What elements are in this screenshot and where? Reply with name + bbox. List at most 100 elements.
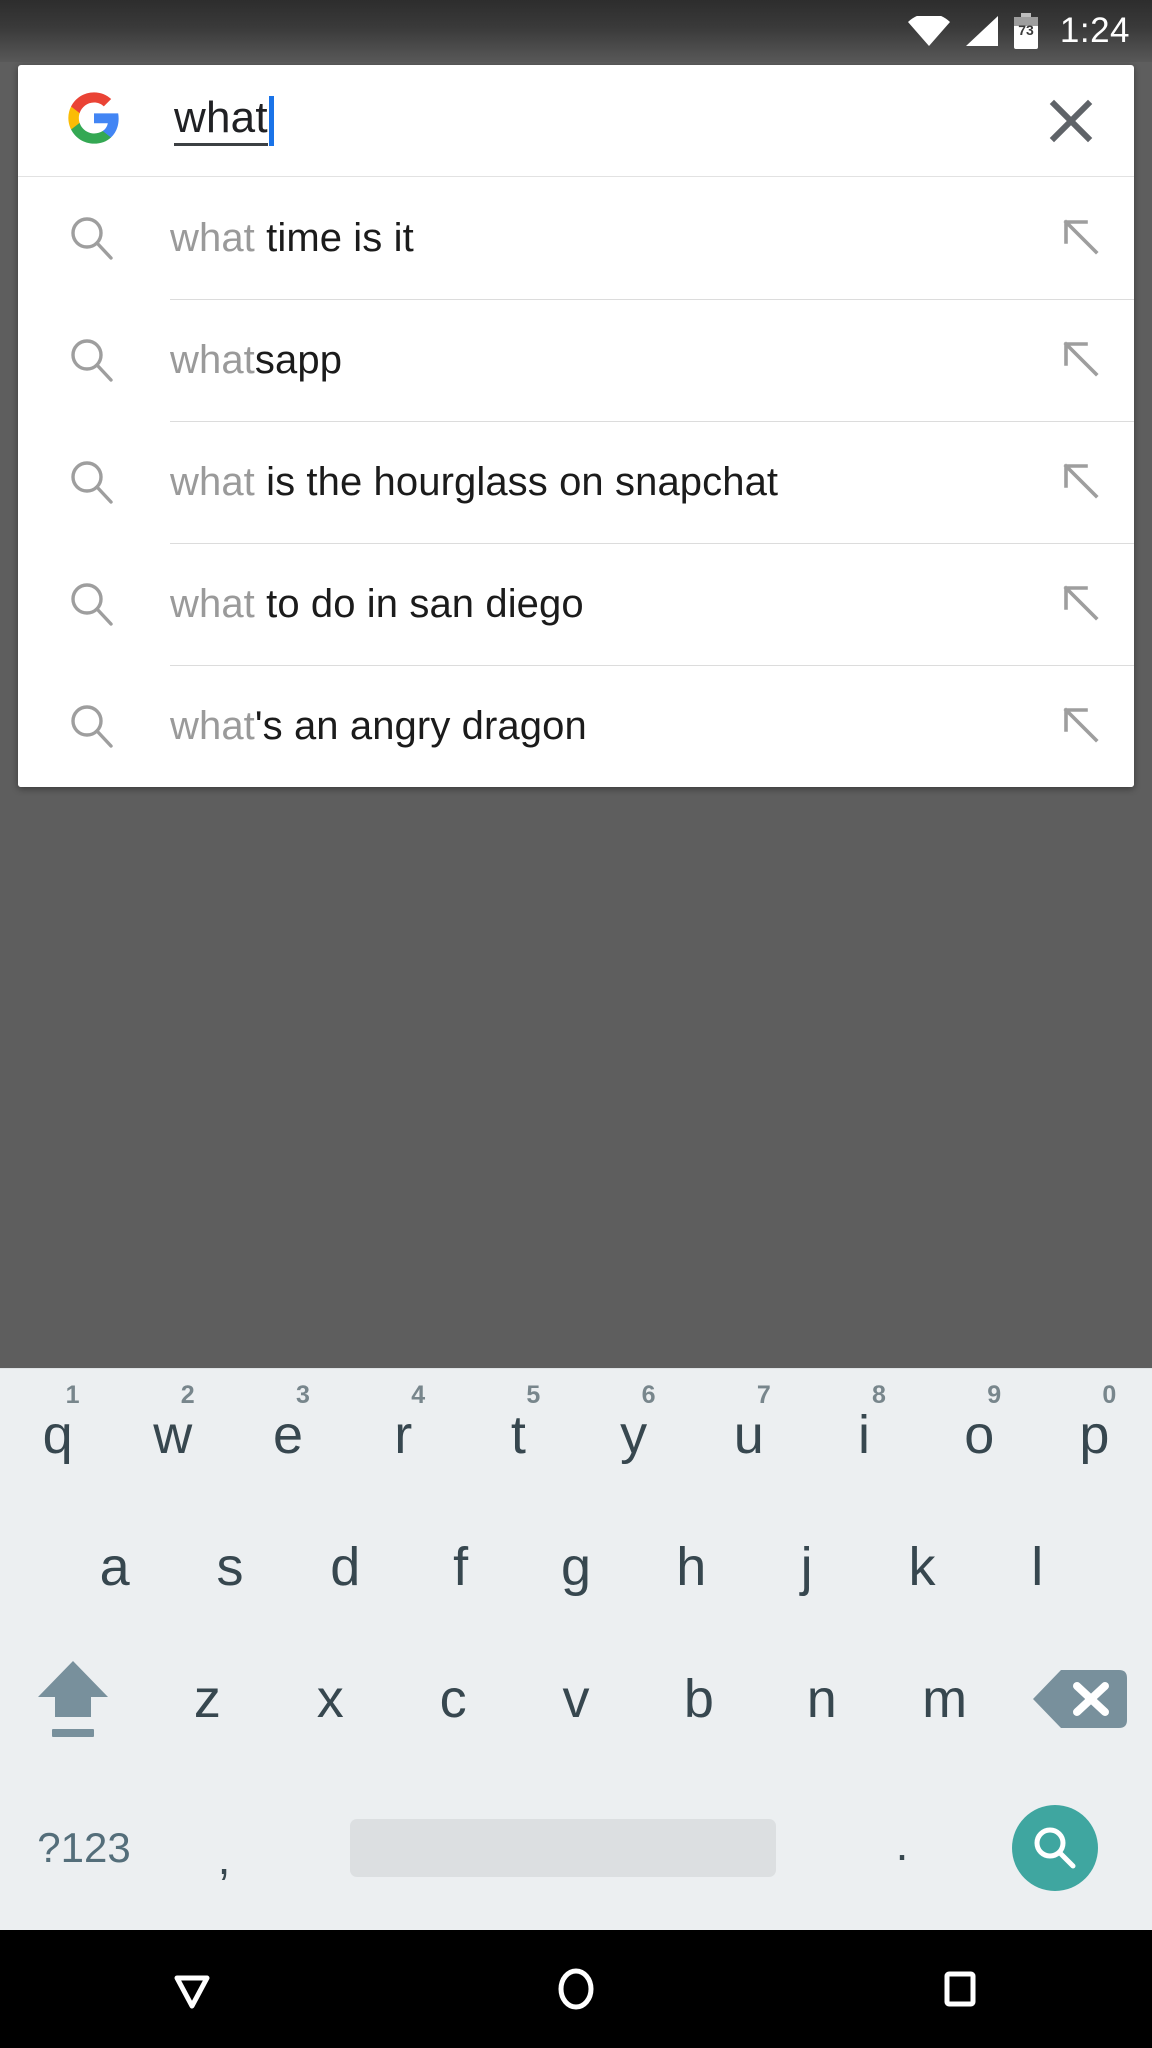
key-label: q: [42, 1405, 73, 1465]
recents-button[interactable]: [768, 1962, 1152, 2016]
key-label: m: [922, 1669, 968, 1729]
search-bar[interactable]: what: [18, 65, 1134, 177]
search-go-key[interactable]: [958, 1765, 1152, 1931]
key-h[interactable]: h: [634, 1501, 749, 1633]
search-icon: [71, 461, 113, 504]
suggestion-row[interactable]: whatsapp: [18, 299, 1134, 421]
period-key[interactable]: .: [846, 1765, 958, 1931]
key-r[interactable]: 4r: [346, 1369, 461, 1501]
space-bar-indicator: [350, 1819, 776, 1877]
key-b[interactable]: b: [637, 1633, 760, 1765]
key-x[interactable]: x: [269, 1633, 392, 1765]
key-m[interactable]: m: [883, 1633, 1006, 1765]
key-label: .: [895, 1818, 909, 1870]
arrow-up-left-icon[interactable]: [1056, 700, 1108, 752]
backspace-icon: [1033, 1670, 1128, 1728]
key-hint-4: 4: [411, 1381, 426, 1409]
search-input[interactable]: what: [174, 65, 1034, 176]
key-label: r: [394, 1405, 413, 1465]
key-c[interactable]: c: [392, 1633, 515, 1765]
key-d[interactable]: d: [288, 1501, 403, 1633]
suggestion-row[interactable]: what time is it: [18, 177, 1134, 299]
comma-key[interactable]: ,: [168, 1765, 280, 1931]
search-icon: [71, 339, 113, 382]
suggestion-completion: time is it: [254, 215, 414, 260]
key-label: k: [908, 1537, 936, 1597]
key-u[interactable]: 7u: [691, 1369, 806, 1501]
home-circle-icon: [558, 1968, 594, 2010]
back-button[interactable]: [0, 1962, 384, 2016]
key-i[interactable]: 8i: [806, 1369, 921, 1501]
symbols-key[interactable]: ?123: [0, 1765, 168, 1931]
key-label: e: [272, 1405, 304, 1465]
suggestion-text: what is the hourglass on snapchat: [170, 460, 1056, 505]
key-label: p: [1079, 1405, 1110, 1465]
suggestion-text: what's an angry dragon: [170, 704, 1056, 749]
key-a[interactable]: a: [57, 1501, 172, 1633]
key-hint-0: 0: [1102, 1381, 1117, 1409]
suggestion-prefix: what: [170, 337, 255, 382]
key-t[interactable]: 5t: [461, 1369, 576, 1501]
suggestion-prefix: what: [170, 703, 255, 748]
suggestion-text: what time is it: [170, 216, 1056, 261]
search-query-text: what: [174, 92, 268, 142]
android-screen: 73 1:24 what what time is it whatsapp wh…: [0, 0, 1152, 2048]
space-key[interactable]: [280, 1765, 846, 1931]
key-o[interactable]: 9o: [922, 1369, 1037, 1501]
backspace-key[interactable]: [1006, 1633, 1152, 1765]
key-label: t: [510, 1405, 526, 1465]
key-s[interactable]: s: [172, 1501, 287, 1633]
suggestion-prefix: what: [170, 215, 255, 260]
key-label: a: [99, 1537, 130, 1597]
key-v[interactable]: v: [515, 1633, 638, 1765]
suggestion-list: what time is it whatsapp what is the hou…: [18, 177, 1134, 787]
key-k[interactable]: k: [864, 1501, 979, 1633]
clear-search-button[interactable]: [1034, 84, 1108, 158]
suggestion-completion: is the hourglass on snapchat: [254, 459, 779, 504]
arrow-up-left-icon[interactable]: [1056, 212, 1108, 264]
suggestion-row[interactable]: what to do in san diego: [18, 543, 1134, 665]
key-z[interactable]: z: [146, 1633, 269, 1765]
key-p[interactable]: 0p: [1037, 1369, 1152, 1501]
home-button[interactable]: [384, 1962, 768, 2016]
arrow-up-left-icon[interactable]: [1056, 578, 1108, 630]
key-label: u: [733, 1405, 764, 1465]
key-y[interactable]: 6y: [576, 1369, 691, 1501]
wifi-icon: [907, 16, 950, 46]
key-q[interactable]: 1q: [0, 1369, 115, 1501]
key-label: d: [330, 1537, 361, 1597]
shift-key[interactable]: [0, 1633, 146, 1765]
status-bar-clock: 1:24: [1059, 11, 1130, 50]
key-w[interactable]: 2w: [115, 1369, 230, 1501]
suggestion-row[interactable]: what is the hourglass on snapchat: [18, 421, 1134, 543]
key-label: o: [964, 1405, 995, 1465]
key-n[interactable]: n: [760, 1633, 883, 1765]
suggestion-row[interactable]: what's an angry dragon: [18, 665, 1134, 787]
on-screen-keyboard: 1q 2w 3e 4r 5t 6y 7u 8i 9o 0p a s d f g …: [0, 1368, 1152, 1930]
key-hint-6: 6: [641, 1381, 656, 1409]
key-f[interactable]: f: [403, 1501, 518, 1633]
search-icon: [71, 583, 113, 626]
suggestion-prefix: what: [170, 459, 255, 504]
key-l[interactable]: l: [980, 1501, 1095, 1633]
key-label: ,: [217, 1832, 231, 1884]
key-j[interactable]: j: [749, 1501, 864, 1633]
key-label: c: [439, 1669, 467, 1729]
arrow-up-left-icon[interactable]: [1056, 334, 1108, 386]
suggestion-text: what to do in san diego: [170, 582, 1056, 627]
key-label: v: [562, 1669, 590, 1729]
key-g[interactable]: g: [518, 1501, 633, 1633]
key-label: f: [453, 1537, 469, 1597]
key-label: x: [316, 1669, 344, 1729]
status-bar: 73 1:24: [0, 0, 1152, 62]
suggestion-text: whatsapp: [170, 338, 1056, 383]
search-card: what what time is it whatsapp what is th…: [18, 65, 1134, 787]
search-go-circle: [1012, 1805, 1098, 1891]
key-label: l: [1031, 1537, 1044, 1597]
keyboard-row-1: 1q 2w 3e 4r 5t 6y 7u 8i 9o 0p: [0, 1369, 1152, 1501]
key-label: z: [193, 1669, 221, 1729]
key-label: ?123: [37, 1824, 131, 1871]
key-e[interactable]: 3e: [230, 1369, 345, 1501]
battery-level-text: 73: [1018, 22, 1034, 38]
arrow-up-left-icon[interactable]: [1056, 456, 1108, 508]
